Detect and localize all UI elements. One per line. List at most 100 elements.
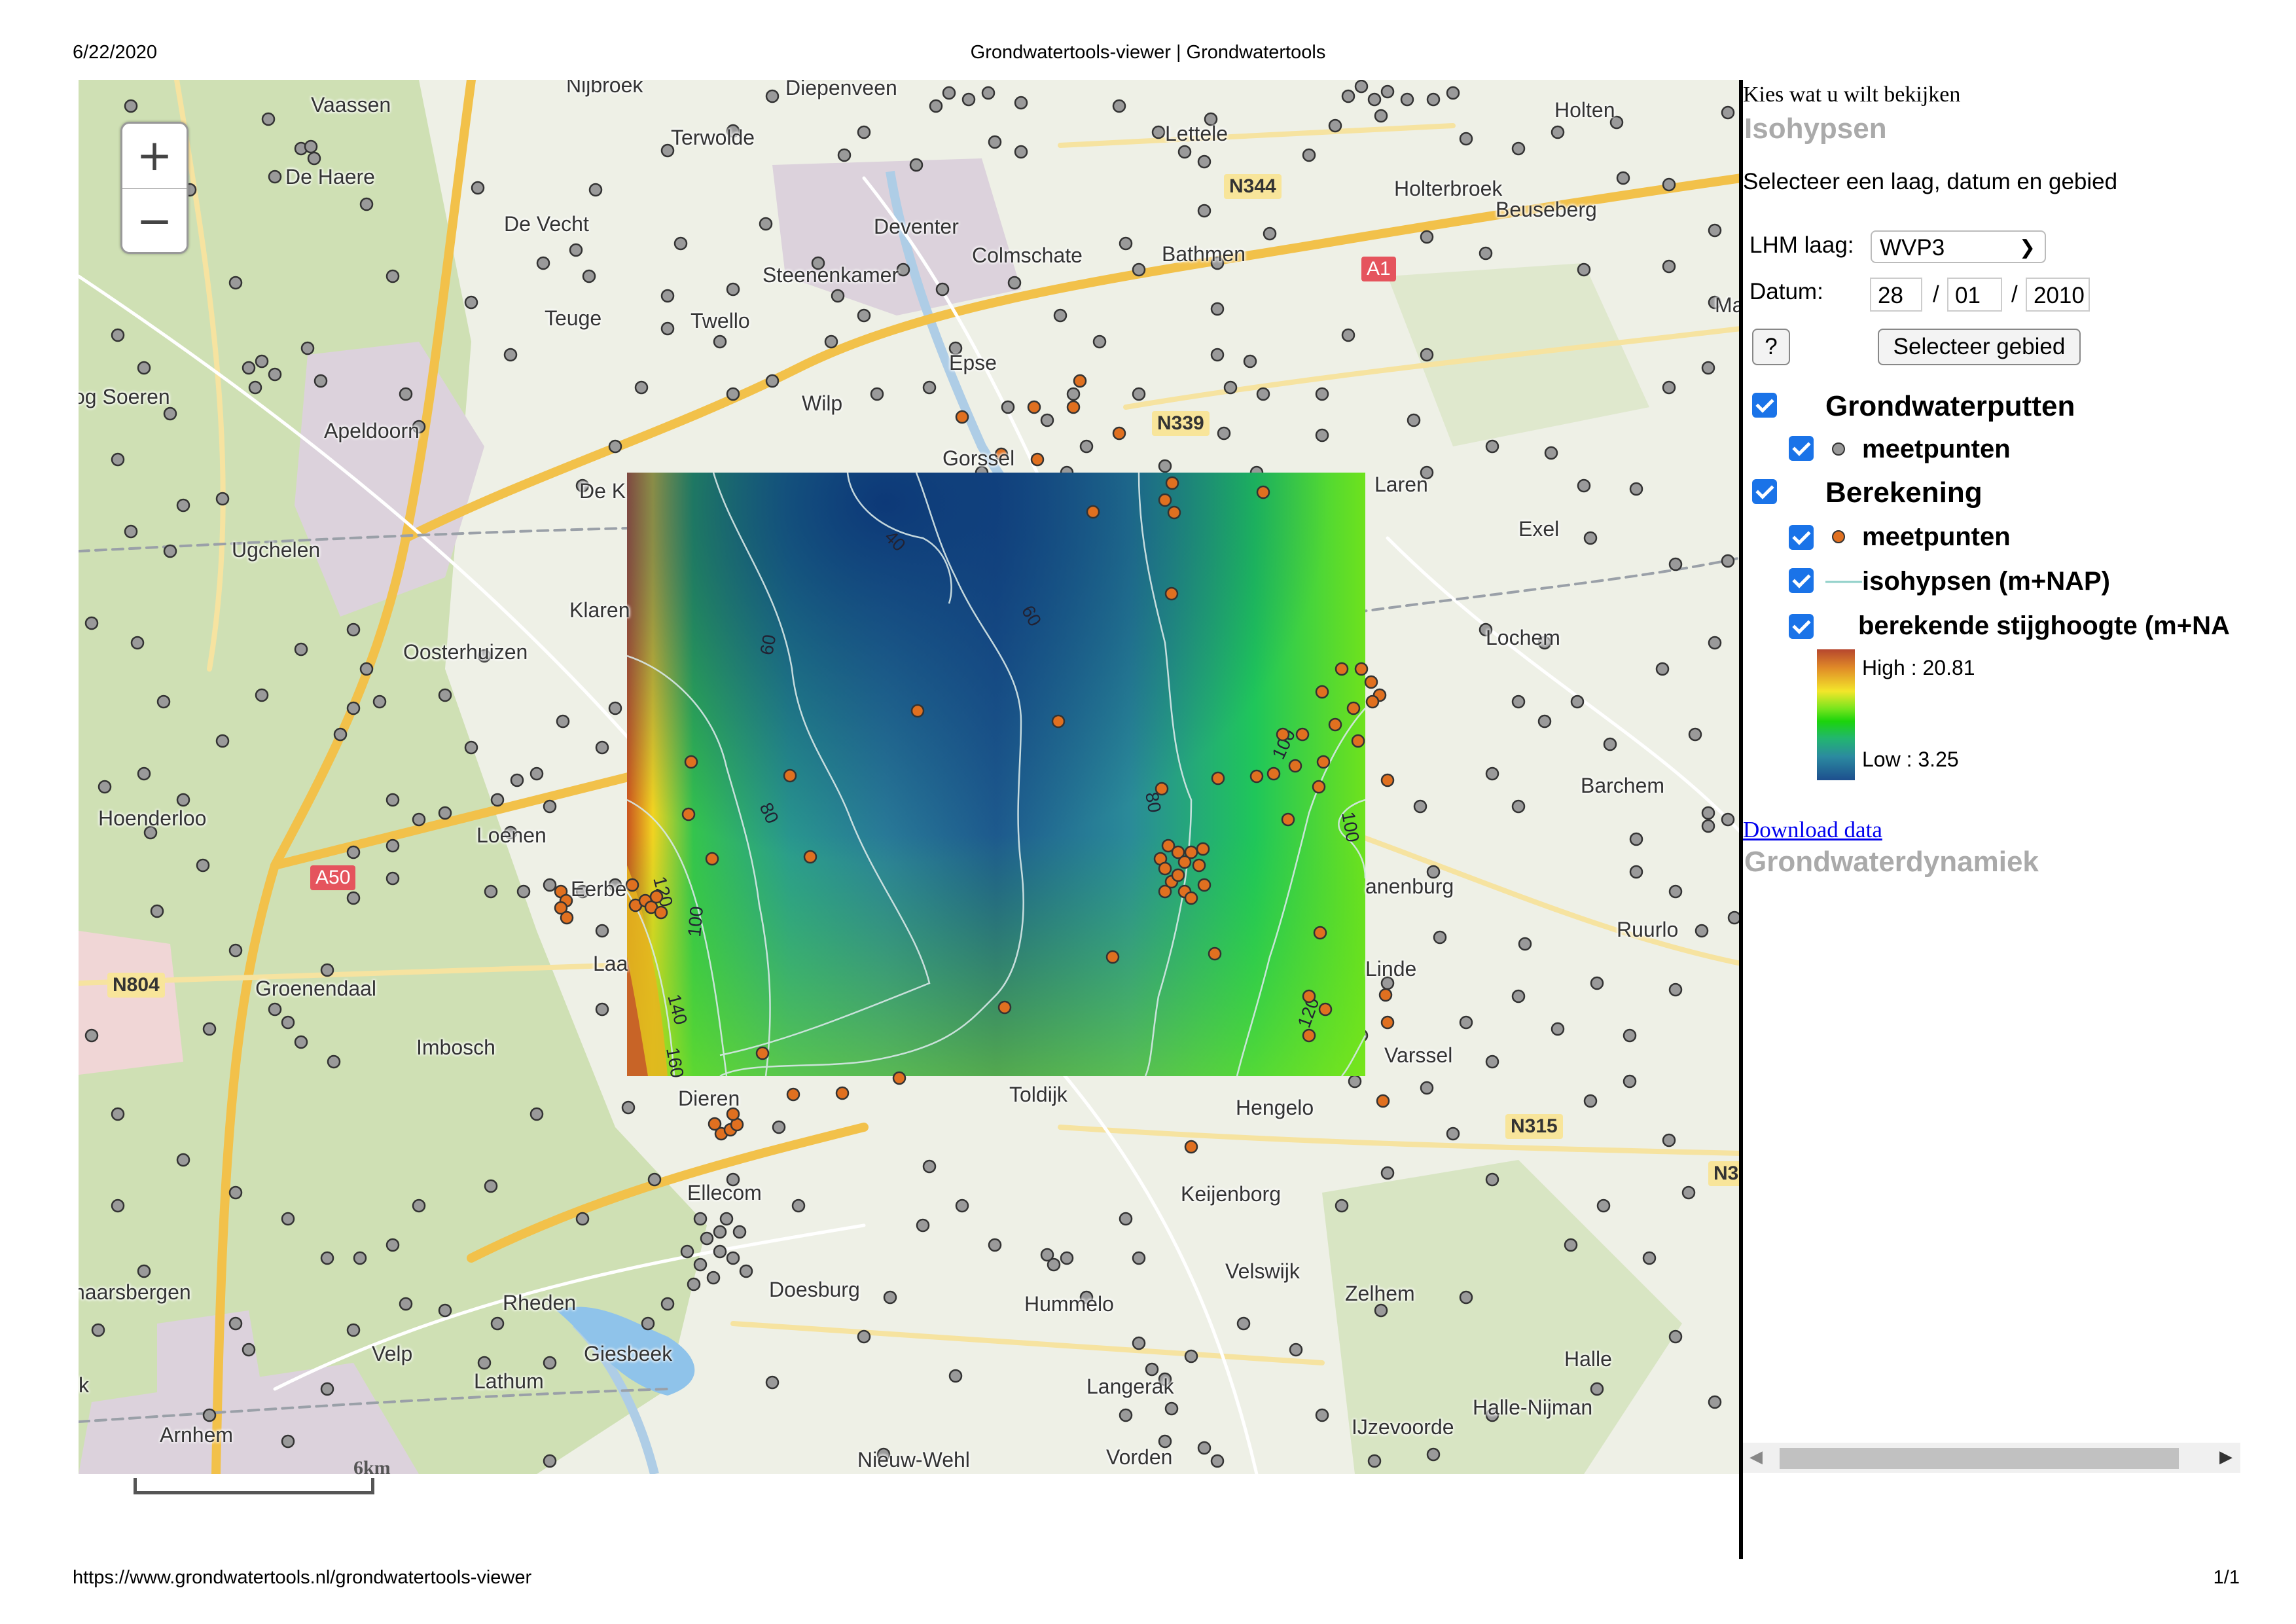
zoom-control: + − [120, 122, 188, 254]
place-label: Barchem [1581, 774, 1665, 797]
scroll-right-icon[interactable]: ▶ [2219, 1447, 2233, 1467]
select-area-button[interactable]: Selecteer gebied [1878, 329, 2081, 365]
place-label: IJzevoorde [1352, 1415, 1454, 1439]
legend-high: High : 20.81 [1862, 656, 1975, 679]
place-label: Klaren [569, 598, 630, 622]
meetpunten-grey-checkbox[interactable] [1789, 436, 1814, 461]
year-input[interactable]: 2010 [2026, 278, 2090, 312]
place-label: Laren [1374, 473, 1428, 496]
place-label: Linde [1365, 957, 1417, 981]
date-separator: / [2011, 281, 2018, 307]
lhm-layer-select[interactable]: WVP3 ❯ [1871, 230, 2046, 263]
place-label: Arnhem [160, 1423, 234, 1447]
place-label: Wilp [802, 391, 843, 415]
help-button[interactable]: ? [1752, 329, 1790, 365]
berekening-checkbox[interactable] [1752, 479, 1777, 504]
place-label: De Haere [285, 165, 375, 189]
horizontal-scrollbar[interactable]: ◀ ▶ [1743, 1443, 2240, 1473]
place-label: Loenen [476, 823, 547, 847]
stijghoogte-checkbox[interactable] [1789, 614, 1814, 639]
group-berekening: Berekening [1825, 477, 1982, 509]
meetpunten-label: meetpunten [1862, 522, 2011, 551]
place-label: Dieren [678, 1087, 740, 1110]
place-label: Giesbeek [584, 1342, 673, 1365]
place-label: Imbosch [416, 1036, 495, 1059]
place-label: Ugchelen [232, 538, 321, 562]
place-label: Lettele [1165, 122, 1229, 145]
place-label: Nieuw-Wehl [857, 1448, 970, 1471]
place-label: Lathum [474, 1369, 544, 1393]
place-label: Halle-Nijman [1473, 1396, 1593, 1419]
place-label: Doesburg [769, 1278, 860, 1301]
layer-panel: Kies wat u wilt bekijken Isohypsen Selec… [1743, 80, 2240, 1481]
legend-low: Low : 3.25 [1862, 748, 1959, 771]
stijghoogte-label: berekende stijghoogte (m+NA [1858, 611, 2230, 640]
tab-isohypsen[interactable]: Isohypsen [1744, 113, 1887, 145]
isohypsen-label: isohypsen (m+NAP) [1862, 567, 2110, 596]
place-label: Velswijk [1225, 1259, 1300, 1283]
day-input[interactable]: 28 [1870, 278, 1922, 312]
road-shield: N344 [1224, 174, 1282, 199]
place-label: Colmschate [972, 244, 1083, 267]
road-shield: N315 [1505, 1114, 1563, 1139]
grondwaterputten-checkbox[interactable] [1752, 393, 1777, 418]
road-shield: N3 [1708, 1161, 1741, 1186]
tab-grondwaterdynamiek[interactable]: Grondwaterdynamiek [1744, 846, 2039, 878]
place-label: Bathmen [1162, 242, 1246, 266]
month-input[interactable]: 01 [1947, 278, 2002, 312]
page-number: 1/1 [2213, 1567, 2240, 1588]
place-label: Vaassen [311, 93, 391, 117]
scrollbar-thumb[interactable] [1780, 1448, 2179, 1469]
road-shield: N804 [107, 973, 165, 998]
meetpunten-orange-checkbox[interactable] [1789, 525, 1814, 550]
print-url: https://www.grondwatertools.nl/grondwate… [73, 1567, 532, 1588]
lhm-label: LHM laag: [1749, 232, 1854, 258]
print-title: Grondwatertools-viewer | Grondwatertools [970, 42, 1326, 63]
place-label: Hummelo [1024, 1292, 1114, 1316]
group-grondwaterputten: Grondwaterputten [1825, 390, 2075, 422]
place-label: Lochem [1486, 626, 1560, 649]
place-label: Teuge [545, 306, 602, 330]
place-label: Twello [691, 309, 750, 333]
place-label: anenburg [1365, 875, 1454, 898]
zoom-in-button[interactable]: + [122, 124, 187, 188]
download-data-link[interactable]: Download data [1743, 817, 1882, 843]
place-label: Varssel [1384, 1043, 1453, 1067]
place-label: Eerbe [571, 877, 627, 901]
zoom-out-button[interactable]: − [122, 188, 187, 252]
place-label: Toldijk [1009, 1083, 1067, 1106]
place-label: Ma [1715, 293, 1741, 317]
place-label: De K [579, 479, 626, 503]
place-label: Epse [949, 351, 997, 374]
place-label: og Soeren [79, 385, 170, 408]
place-label: Exel [1518, 517, 1560, 541]
place-label: Deventer [874, 215, 959, 238]
place-label: Ruurlo [1617, 918, 1679, 941]
place-label: Apeldoorn [324, 419, 420, 442]
place-label: Nijbroek [566, 80, 643, 97]
place-label: Langerak [1086, 1375, 1174, 1398]
place-label: Laa [593, 952, 628, 975]
line-icon [1825, 581, 1862, 583]
meetpunten-label: meetpunten [1862, 435, 2011, 463]
scale-bar [134, 1478, 374, 1494]
place-label: Steenenkamer [762, 263, 899, 287]
place-label: Hengelo [1236, 1096, 1314, 1119]
place-label: Beuseberg [1496, 198, 1597, 221]
map-viewer[interactable]: 40 60 60 80 80 100 100 120 100 120 140 1… [79, 80, 1741, 1474]
place-label: Keijenborg [1181, 1182, 1281, 1206]
place-label: k [79, 1373, 89, 1397]
scale-label: 6km [353, 1457, 391, 1479]
color-ramp-legend [1817, 649, 1855, 780]
contour-label: 100 [684, 905, 707, 937]
place-label: Diepenveen [785, 80, 897, 99]
lhm-layer-value: WVP3 [1880, 235, 1945, 261]
place-label: De Vecht [504, 212, 589, 236]
place-label: Zelhem [1345, 1282, 1415, 1305]
isohypsen-checkbox[interactable] [1789, 568, 1814, 593]
scroll-left-icon[interactable]: ◀ [1749, 1447, 1763, 1467]
date-label: Datum: [1749, 279, 1823, 304]
road-shield: N339 [1152, 411, 1210, 436]
base-map[interactable]: 40 60 60 80 80 100 100 120 100 120 140 1… [79, 80, 1741, 1474]
place-label: Rheden [503, 1291, 577, 1314]
